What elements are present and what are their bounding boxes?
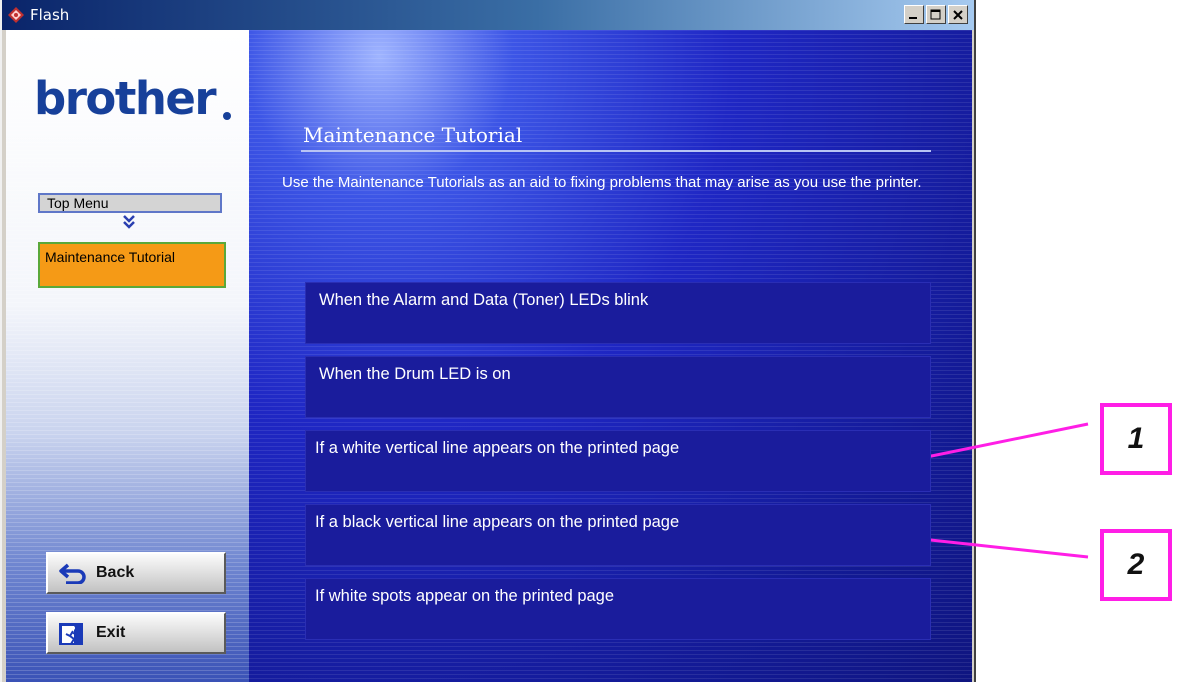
callout-1: 1 — [1100, 403, 1172, 475]
exit-button[interactable]: Exit — [46, 612, 226, 654]
topic-drum-led-on[interactable]: When the Drum LED is on — [305, 356, 931, 418]
window-title: Flash — [30, 6, 70, 24]
maximize-icon — [930, 9, 941, 20]
breadcrumb-current: Maintenance Tutorial — [38, 242, 226, 288]
client-area: brother Top Menu Maintenance Tutorial Ba… — [6, 30, 972, 682]
back-arrow-icon — [58, 562, 88, 589]
double-chevron-down-icon — [123, 215, 135, 234]
exit-label: Exit — [96, 624, 126, 641]
main-content: Maintenance Tutorial Use the Maintenance… — [249, 30, 972, 682]
page-title: Maintenance Tutorial — [303, 123, 523, 147]
sidebar: brother Top Menu Maintenance Tutorial Ba… — [6, 30, 249, 682]
topic-white-spots[interactable]: If white spots appear on the printed pag… — [305, 578, 931, 640]
exit-door-icon — [58, 622, 84, 651]
topic-black-vertical-line[interactable]: If a black vertical line appears on the … — [305, 504, 931, 566]
window-controls — [904, 5, 968, 24]
application-window: Flash brother Top Menu Maintenance Tutor… — [0, 0, 976, 682]
intro-text: Use the Maintenance Tutorials as an aid … — [282, 174, 922, 191]
flash-app-icon — [8, 7, 24, 23]
minimize-icon — [909, 17, 917, 19]
minimize-button[interactable] — [904, 5, 924, 24]
topic-white-vertical-line[interactable]: If a white vertical line appears on the … — [305, 430, 931, 492]
title-bar[interactable]: Flash — [2, 0, 974, 30]
topic-alarm-data-leds-blink[interactable]: When the Alarm and Data (Toner) LEDs bli… — [305, 282, 931, 344]
brother-logo: brother — [34, 72, 217, 125]
back-label: Back — [96, 564, 135, 581]
close-button[interactable] — [948, 5, 968, 24]
breadcrumb-top-menu[interactable]: Top Menu — [38, 193, 222, 213]
logo-dot — [223, 112, 231, 120]
callout-2: 2 — [1100, 529, 1172, 601]
maximize-button[interactable] — [926, 5, 946, 24]
close-icon — [953, 10, 963, 20]
title-divider — [301, 150, 931, 152]
back-button[interactable]: Back — [46, 552, 226, 594]
